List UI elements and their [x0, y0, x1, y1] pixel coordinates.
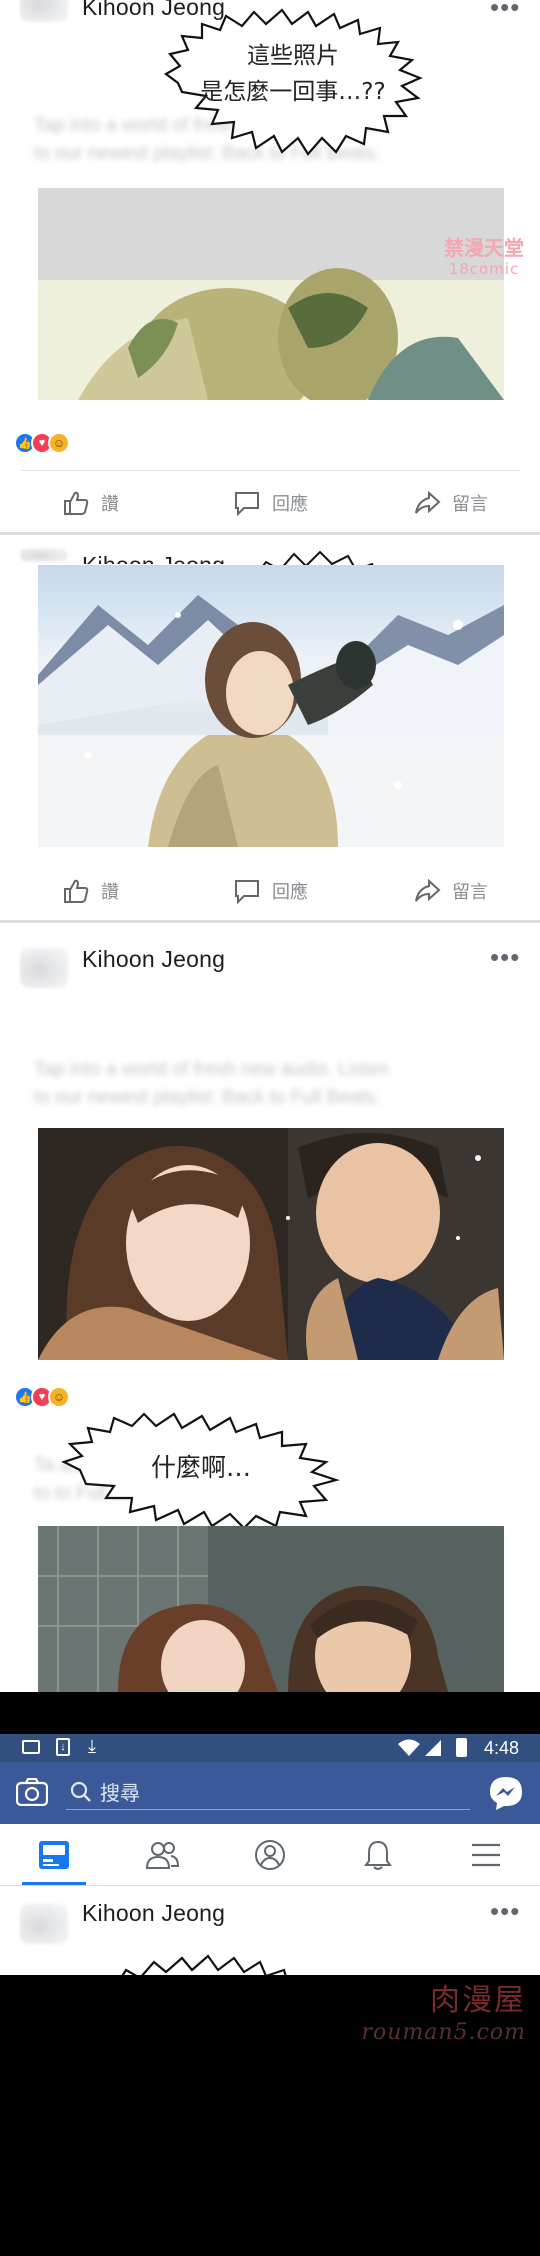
image-notification-icon — [22, 1740, 40, 1754]
more-options-icon[interactable]: ••• — [490, 1898, 520, 1924]
black-footer: 肉漫屋 rouman5.com — [0, 1975, 540, 2256]
caption-line: Tap into a world of fresh new audio. Lis… — [34, 1059, 389, 1080]
avatar[interactable] — [20, 548, 68, 562]
watermark: 禁漫天堂 18comic — [434, 236, 534, 282]
speech-bubble: 這些照片 是怎麼一回事…?? — [158, 8, 428, 158]
share-button[interactable]: 留言 — [360, 472, 540, 534]
comment-button[interactable]: 回應 — [180, 860, 360, 922]
like-label: 讚 — [101, 882, 119, 902]
haha-reaction-icon: ☺ — [48, 432, 70, 454]
share-icon — [415, 878, 441, 902]
profile-icon — [255, 1839, 285, 1870]
news-feed-icon — [39, 1840, 69, 1869]
tab-bar — [0, 1824, 540, 1886]
notifications-icon — [364, 1840, 392, 1870]
comic-panel[interactable] — [38, 1526, 504, 1692]
reaction-summary[interactable]: 👍 ♥ ☺ — [14, 1384, 70, 1410]
thumbs-up-icon — [64, 879, 89, 903]
search-icon — [70, 1781, 91, 1802]
speech-bubble: 什麼啊… — [60, 1410, 342, 1528]
share-label: 留言 — [452, 494, 488, 514]
watermark: 肉漫屋 rouman5.com — [362, 1983, 527, 2047]
post-actions: 讚 回應 留言 — [0, 860, 540, 922]
comic-panel[interactable] — [38, 1128, 504, 1360]
divider — [20, 470, 520, 471]
search-input[interactable]: 搜尋 — [66, 1774, 470, 1810]
post-separator — [0, 532, 540, 535]
menu-icon — [472, 1843, 500, 1866]
like-button[interactable]: 讚 — [0, 860, 180, 922]
more-options-icon[interactable]: ••• — [490, 944, 520, 970]
share-button[interactable]: 留言 — [360, 860, 540, 922]
comment-icon — [235, 492, 259, 517]
post-caption: Tap into a world of fresh new audio. Lis… — [34, 1056, 389, 1112]
haha-reaction-icon: ☺ — [48, 1386, 70, 1408]
search-placeholder: 搜尋 — [100, 1783, 140, 1805]
post-author[interactable]: Kihoon Jeong — [82, 1900, 225, 1927]
bubble-text: 這些照片 是怎麼一回事…?? — [158, 38, 428, 110]
black-gap — [0, 1692, 540, 1734]
bubble-line: 是怎麼一回事…?? — [200, 79, 386, 105]
post-separator — [0, 920, 540, 923]
tab-notifications[interactable] — [324, 1824, 432, 1885]
camera-icon[interactable] — [16, 1778, 48, 1806]
download-box-icon: ↓ — [56, 1738, 70, 1756]
watermark-text: 18comic — [448, 260, 520, 278]
watermark-text: 禁漫天堂 — [444, 236, 524, 260]
comment-label: 回應 — [272, 494, 308, 514]
more-options-icon[interactable]: ••• — [490, 0, 520, 20]
post-actions: 讚 回應 留言 — [0, 472, 540, 534]
bubble-text: 什麼啊… — [150, 1453, 251, 1482]
speech-bubble-fragment — [232, 548, 392, 566]
download-icon: ⤓ — [88, 1736, 96, 1756]
messenger-icon[interactable] — [488, 1775, 524, 1811]
friends-icon — [145, 1841, 179, 1869]
post-author[interactable]: Kihoon Jeong — [82, 548, 225, 564]
status-bar: ↓ ⤓ 4:48 — [0, 1734, 540, 1762]
comment-button[interactable]: 回應 — [180, 472, 360, 534]
comic-panel[interactable] — [38, 188, 504, 400]
bubble-line: 這些照片 — [247, 43, 339, 69]
wifi-icon — [398, 1739, 420, 1756]
battery-icon — [456, 1738, 467, 1757]
avatar[interactable] — [20, 1904, 68, 1944]
share-label: 留言 — [452, 882, 488, 902]
watermark-text: 肉漫屋 — [430, 1983, 526, 2018]
reaction-summary[interactable]: 👍 ♥ ☺ — [14, 430, 70, 456]
share-icon — [415, 490, 441, 514]
avatar[interactable] — [20, 0, 68, 22]
tab-friends[interactable] — [108, 1824, 216, 1885]
comment-label: 回應 — [272, 882, 308, 902]
tab-news-feed[interactable] — [0, 1824, 108, 1885]
signal-icon — [425, 1740, 441, 1756]
avatar[interactable] — [20, 948, 68, 988]
watermark-text: rouman5.com — [361, 2020, 526, 2045]
like-label: 讚 — [101, 494, 119, 514]
like-button[interactable]: 讚 — [0, 472, 180, 534]
caption-line: to our newest playlist: Back to Full Bea… — [34, 1087, 381, 1108]
tab-menu[interactable] — [432, 1824, 540, 1885]
post-author[interactable]: Kihoon Jeong — [82, 946, 225, 973]
speech-bubble-fragment — [70, 1950, 330, 1976]
tab-profile[interactable] — [216, 1824, 324, 1885]
comment-icon — [235, 880, 259, 905]
thumbs-up-icon — [64, 491, 89, 515]
status-time: 4:48 — [484, 1738, 520, 1758]
app-bar: 搜尋 — [0, 1762, 540, 1824]
comic-panel[interactable] — [38, 565, 504, 847]
